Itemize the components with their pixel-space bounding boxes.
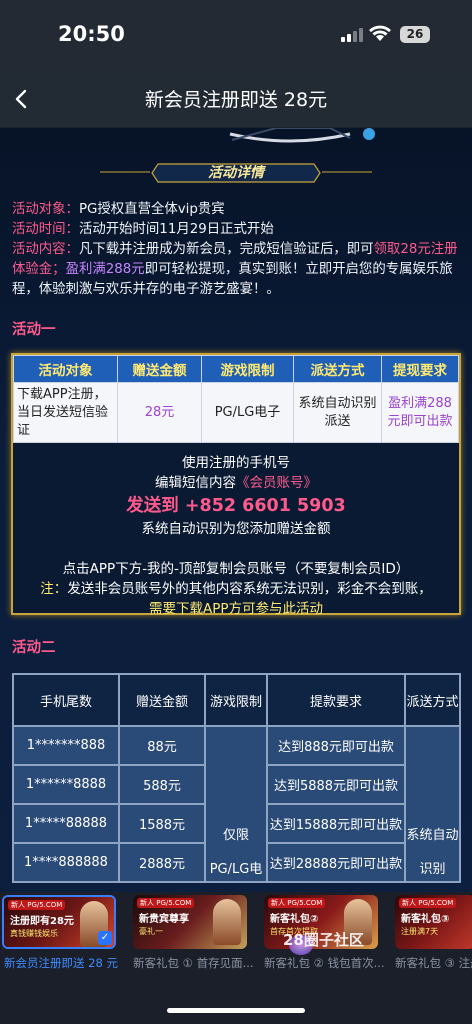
wifi-icon (369, 25, 391, 41)
table-cell: 1*******888 (12, 725, 120, 766)
back-arrow-icon[interactable] (10, 87, 34, 111)
promo-card-gift-1[interactable]: 新人 PG/5.COM 新贵宾尊享 豪礼一 (133, 895, 247, 949)
instruction-line: 使用注册的手机号 (182, 455, 290, 471)
card-tag: 新人 PG/5.COM (399, 898, 457, 908)
table-cell: PG/LG电子 (201, 382, 294, 443)
card-heading: 注册即有28元 (10, 916, 74, 927)
table-cell: 下载APP注册，当日发送短信验证 (13, 382, 118, 443)
promo-carousel: 新人 PG/5.COM 注册即有28元 真钱赚钱娱乐 ✓ 新人 PG/5.COM… (0, 892, 472, 1024)
table-header: 赠送金额 (117, 355, 202, 383)
table-cell: 达到15888元即可出款 (266, 803, 406, 844)
table-header: 游戏限制 (201, 355, 294, 383)
checkmark-icon: ✓ (98, 931, 112, 945)
ribbon-title: 活动详情 (208, 165, 264, 181)
page-title: 新会员注册即送 28元 (144, 89, 328, 111)
card-tag: 新人 PG/5.COM (268, 898, 326, 908)
table-cell: 1****888888 (12, 842, 120, 883)
promo-card-gift-3[interactable]: 新人 PG/5.COM 新客礼包③ 注册满7天 (395, 895, 472, 949)
content-key: 活动内容： (12, 242, 79, 257)
download-note: 需要下载APP方可参与此活动 (148, 601, 324, 617)
card-heading: 新客礼包② (270, 914, 319, 925)
card-tag: 新人 PG/5.COM (137, 898, 195, 908)
card-heading: 新贵宾尊享 (139, 914, 189, 925)
target-value: PG授权直营全体vip贵宾 (78, 202, 225, 217)
table-cell: 达到28888元即可出款 (266, 842, 406, 883)
activity-one-box: 活动对象 赠送金额 游戏限制 派送方式 提现要求 下载APP注册，当日发送短信验… (11, 353, 461, 617)
sms-instructions: 使用注册的手机号 编辑短信内容《会员账号》 发送到 +852 6601 5903… (13, 443, 459, 619)
signal-icon (341, 28, 363, 42)
home-indicator[interactable] (167, 1008, 305, 1013)
card-caption[interactable]: 新会员注册即送 28 元 (4, 955, 124, 971)
activity-details-ribbon: 活动详情 (150, 162, 322, 184)
card-caption[interactable]: 新客礼包 ① 首存见面... (133, 955, 253, 971)
card-tag: 新人 PG/5.COM (8, 900, 66, 910)
table-cell: 88元 (118, 725, 206, 766)
content-text-a: 凡下载并注册成为新会员，完成短信验证后，即可 (78, 242, 374, 257)
nav-bar: 新会员注册即送 28元 (0, 70, 472, 128)
activity-one-table: 活动对象 赠送金额 游戏限制 派送方式 提现要求 下载APP注册，当日发送短信验… (13, 355, 459, 443)
note-text: 发送非会员账号外的其他内容系统无法识别，彩金不会到账， (67, 581, 432, 597)
instruction-line: 点击APP下方-我的-顶部复制会员账号（不要复制会员ID） (62, 561, 410, 577)
card-caption[interactable]: 新客礼包 ② 钱包首次... (264, 955, 384, 971)
table-cell: 达到888元即可出款 (266, 725, 406, 766)
table-cell: 盈利满288元即可出款 (381, 382, 459, 443)
table-cell: 1588元 (118, 803, 206, 844)
battery-icon: 26 (400, 26, 430, 43)
content-area[interactable]: 活动详情 活动对象：PG授权直营全体vip贵宾 活动时间：活动开始时间11月29… (0, 128, 472, 892)
model-figure (213, 899, 241, 945)
dispatch-cell: 系统自动 识别 (404, 725, 461, 883)
time-key: 活动时间： (12, 222, 79, 237)
instruction-line: 编辑短信内容 (155, 475, 236, 491)
table-cell: 2888元 (118, 842, 206, 883)
activity-info: 活动对象：PG授权直营全体vip贵宾 活动时间：活动开始时间11月29日正式开始… (12, 200, 462, 300)
activity-two-table: 手机尾数 赠送金额 游戏限制 提款要求 派送方式 1*******888 88元… (12, 673, 461, 883)
table-cell: 1*****88888 (12, 803, 120, 844)
card-subtext: 豪礼一 (139, 927, 163, 936)
watermark-text: 28圈子社区 (283, 931, 364, 949)
target-key: 活动对象： (12, 202, 79, 217)
table-header: 提现要求 (381, 355, 459, 383)
table-cell: 系统自动识别派送 (293, 382, 382, 443)
section-two-title: 活动二 (12, 640, 56, 656)
status-bar: 20:50 26 (0, 0, 472, 70)
note-key: 注： (40, 581, 68, 597)
table-header: 派送方式 (404, 673, 461, 727)
content-profit: 盈利满288元 (65, 262, 145, 277)
account-keyword: 《会员账号》 (236, 475, 317, 491)
table-cell: 588元 (118, 764, 206, 805)
table-header: 手机尾数 (12, 673, 120, 727)
table-cell: 1******8888 (12, 764, 120, 805)
card-heading: 新客礼包③ (401, 914, 450, 925)
table-cell: 28元 (117, 382, 202, 443)
instruction-line: 系统自动识别为您添加赠送金额 (141, 521, 331, 537)
promo-card-register[interactable]: 新人 PG/5.COM 注册即有28元 真钱赚钱娱乐 ✓ (2, 895, 116, 949)
card-caption[interactable]: 新客礼包 ③ 注册... (395, 955, 472, 971)
card-subtext: 注册满7天 (401, 927, 439, 936)
table-header: 派送方式 (293, 355, 382, 383)
sms-number[interactable]: 发送到 +852 6601 5903 (13, 493, 459, 519)
table-header: 赠送金额 (118, 673, 206, 727)
game-limit-cell: 仅限 PG/LG电 (204, 725, 268, 883)
table-header: 活动对象 (13, 355, 118, 383)
section-one-title: 活动一 (12, 322, 56, 338)
table-header: 游戏限制 (204, 673, 268, 727)
card-subtext: 真钱赚钱娱乐 (10, 929, 58, 938)
table-header: 提款要求 (266, 673, 406, 727)
status-time: 20:50 (58, 22, 125, 46)
time-value: 活动开始时间11月29日正式开始 (78, 222, 274, 237)
table-cell: 达到5888元即可出款 (266, 764, 406, 805)
